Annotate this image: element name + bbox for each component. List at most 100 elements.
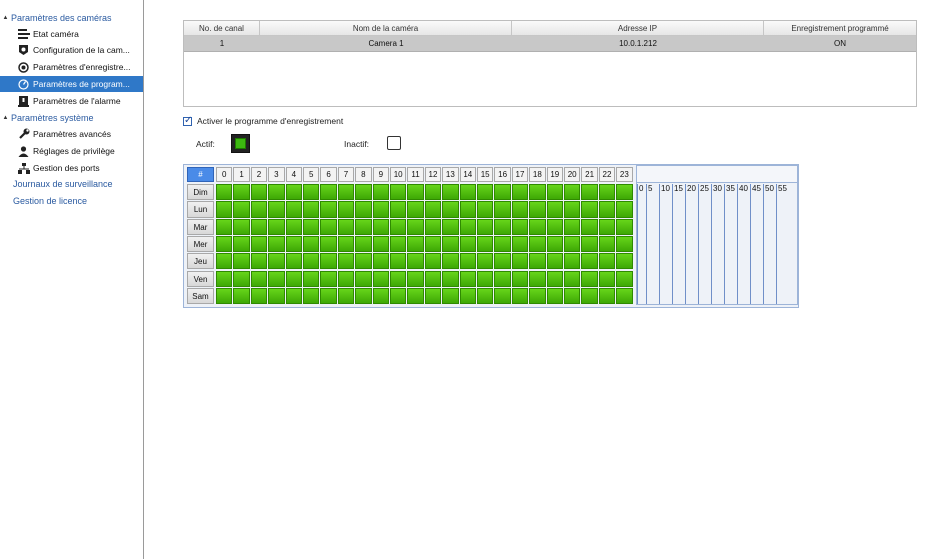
schedule-cell[interactable]	[529, 253, 546, 270]
schedule-cell[interactable]	[581, 253, 598, 270]
schedule-cell[interactable]	[616, 184, 633, 201]
schedule-cell[interactable]	[355, 235, 372, 253]
day-label-mer[interactable]: Mer	[187, 235, 214, 253]
schedule-cell[interactable]	[511, 184, 529, 201]
schedule-cell[interactable]	[581, 201, 598, 218]
schedule-cell[interactable]	[529, 184, 546, 201]
schedule-cell[interactable]	[372, 201, 389, 218]
schedule-cell[interactable]	[285, 218, 302, 235]
minute-column-0[interactable]: 0	[637, 184, 646, 304]
hour-header-14[interactable]: 14	[459, 167, 476, 182]
day-label-sam[interactable]: Sam	[187, 287, 214, 305]
minute-column-50[interactable]: 50	[763, 184, 776, 304]
schedule-cell[interactable]	[442, 253, 459, 270]
schedule-cell[interactable]	[337, 287, 355, 305]
schedule-cell[interactable]	[477, 184, 494, 201]
schedule-cell[interactable]	[320, 253, 337, 270]
schedule-cell[interactable]	[268, 253, 285, 270]
schedule-cell[interactable]	[268, 270, 285, 287]
schedule-cell[interactable]	[216, 201, 233, 218]
schedule-cell[interactable]	[442, 218, 459, 235]
sidebar-item-alarm-settings[interactable]: Paramètres de l'alarme	[0, 93, 143, 109]
minute-column-30[interactable]: 30	[711, 184, 724, 304]
schedule-cell[interactable]	[494, 270, 511, 287]
schedule-cell[interactable]	[459, 201, 476, 218]
schedule-cell[interactable]	[285, 287, 302, 305]
schedule-cell[interactable]	[216, 270, 233, 287]
schedule-cell[interactable]	[233, 235, 250, 253]
group-camera-settings[interactable]: ▲ Paramètres des caméras	[0, 11, 143, 24]
column-header-ip-address[interactable]: Adresse IP	[512, 21, 764, 35]
hour-header-19[interactable]: 19	[546, 167, 563, 182]
schedule-cell[interactable]	[442, 235, 459, 253]
legend-inactive-swatch[interactable]	[387, 136, 401, 150]
schedule-cell[interactable]	[216, 287, 233, 305]
hour-header-4[interactable]: 4	[285, 167, 302, 182]
hour-header-9[interactable]: 9	[372, 167, 389, 182]
schedule-cell[interactable]	[233, 287, 250, 305]
schedule-cell[interactable]	[390, 287, 407, 305]
schedule-cell[interactable]	[477, 253, 494, 270]
schedule-cell[interactable]	[494, 184, 511, 201]
hour-header-3[interactable]: 3	[268, 167, 285, 182]
schedule-cell[interactable]	[598, 270, 616, 287]
schedule-cell[interactable]	[303, 270, 320, 287]
schedule-cell[interactable]	[442, 201, 459, 218]
expand-triangle-icon[interactable]: ▲	[0, 115, 11, 121]
schedule-cell[interactable]	[459, 287, 476, 305]
schedule-cell[interactable]	[616, 253, 633, 270]
schedule-cell[interactable]	[581, 218, 598, 235]
schedule-cell[interactable]	[564, 201, 581, 218]
schedule-cell[interactable]	[337, 235, 355, 253]
schedule-cell[interactable]	[372, 218, 389, 235]
schedule-cell[interactable]	[407, 270, 424, 287]
schedule-cell[interactable]	[598, 201, 616, 218]
sidebar-item-privilege-settings[interactable]: Réglages de privilège	[0, 143, 143, 159]
schedule-cell[interactable]	[216, 253, 233, 270]
day-label-dim[interactable]: Dim	[187, 184, 214, 201]
schedule-cell[interactable]	[529, 201, 546, 218]
schedule-cell[interactable]	[477, 270, 494, 287]
schedule-cell[interactable]	[216, 184, 233, 201]
schedule-cell[interactable]	[390, 235, 407, 253]
schedule-cell[interactable]	[494, 287, 511, 305]
schedule-cell[interactable]	[372, 184, 389, 201]
sidebar-item-port-management[interactable]: Gestion des ports	[0, 160, 143, 176]
schedule-cell[interactable]	[564, 235, 581, 253]
schedule-cell[interactable]	[285, 235, 302, 253]
schedule-cell[interactable]	[564, 287, 581, 305]
schedule-cell[interactable]	[250, 270, 268, 287]
schedule-cell[interactable]	[442, 184, 459, 201]
schedule-cell[interactable]	[529, 235, 546, 253]
schedule-cell[interactable]	[459, 235, 476, 253]
schedule-cell[interactable]	[546, 270, 563, 287]
schedule-cell[interactable]	[390, 184, 407, 201]
hour-header-10[interactable]: 10	[390, 167, 407, 182]
schedule-cell[interactable]	[581, 287, 598, 305]
schedule-cell[interactable]	[424, 201, 442, 218]
column-header-channel[interactable]: No. de canal	[184, 21, 260, 35]
schedule-cell[interactable]	[355, 184, 372, 201]
schedule-cell[interactable]	[407, 201, 424, 218]
schedule-cell[interactable]	[494, 235, 511, 253]
schedule-cell[interactable]	[303, 235, 320, 253]
schedule-cell[interactable]	[233, 218, 250, 235]
schedule-cell[interactable]	[320, 287, 337, 305]
schedule-cell[interactable]	[459, 184, 476, 201]
schedule-cell[interactable]	[250, 235, 268, 253]
schedule-cell[interactable]	[355, 253, 372, 270]
schedule-cell[interactable]	[616, 201, 633, 218]
sidebar-item-schedule-settings[interactable]: Paramètres de program...	[0, 76, 143, 92]
schedule-cell[interactable]	[564, 184, 581, 201]
minute-column-20[interactable]: 20	[685, 184, 698, 304]
schedule-cell[interactable]	[459, 270, 476, 287]
sidebar-item-camera-status[interactable]: Etat caméra	[0, 26, 143, 42]
day-label-lun[interactable]: Lun	[187, 201, 214, 218]
schedule-cell[interactable]	[424, 184, 442, 201]
schedule-cell[interactable]	[529, 287, 546, 305]
schedule-cell[interactable]	[529, 218, 546, 235]
hour-header-18[interactable]: 18	[529, 167, 546, 182]
minute-column-40[interactable]: 40	[737, 184, 750, 304]
schedule-cell[interactable]	[598, 253, 616, 270]
sidebar-item-recording-settings[interactable]: Paramètres d'enregistre...	[0, 59, 143, 75]
